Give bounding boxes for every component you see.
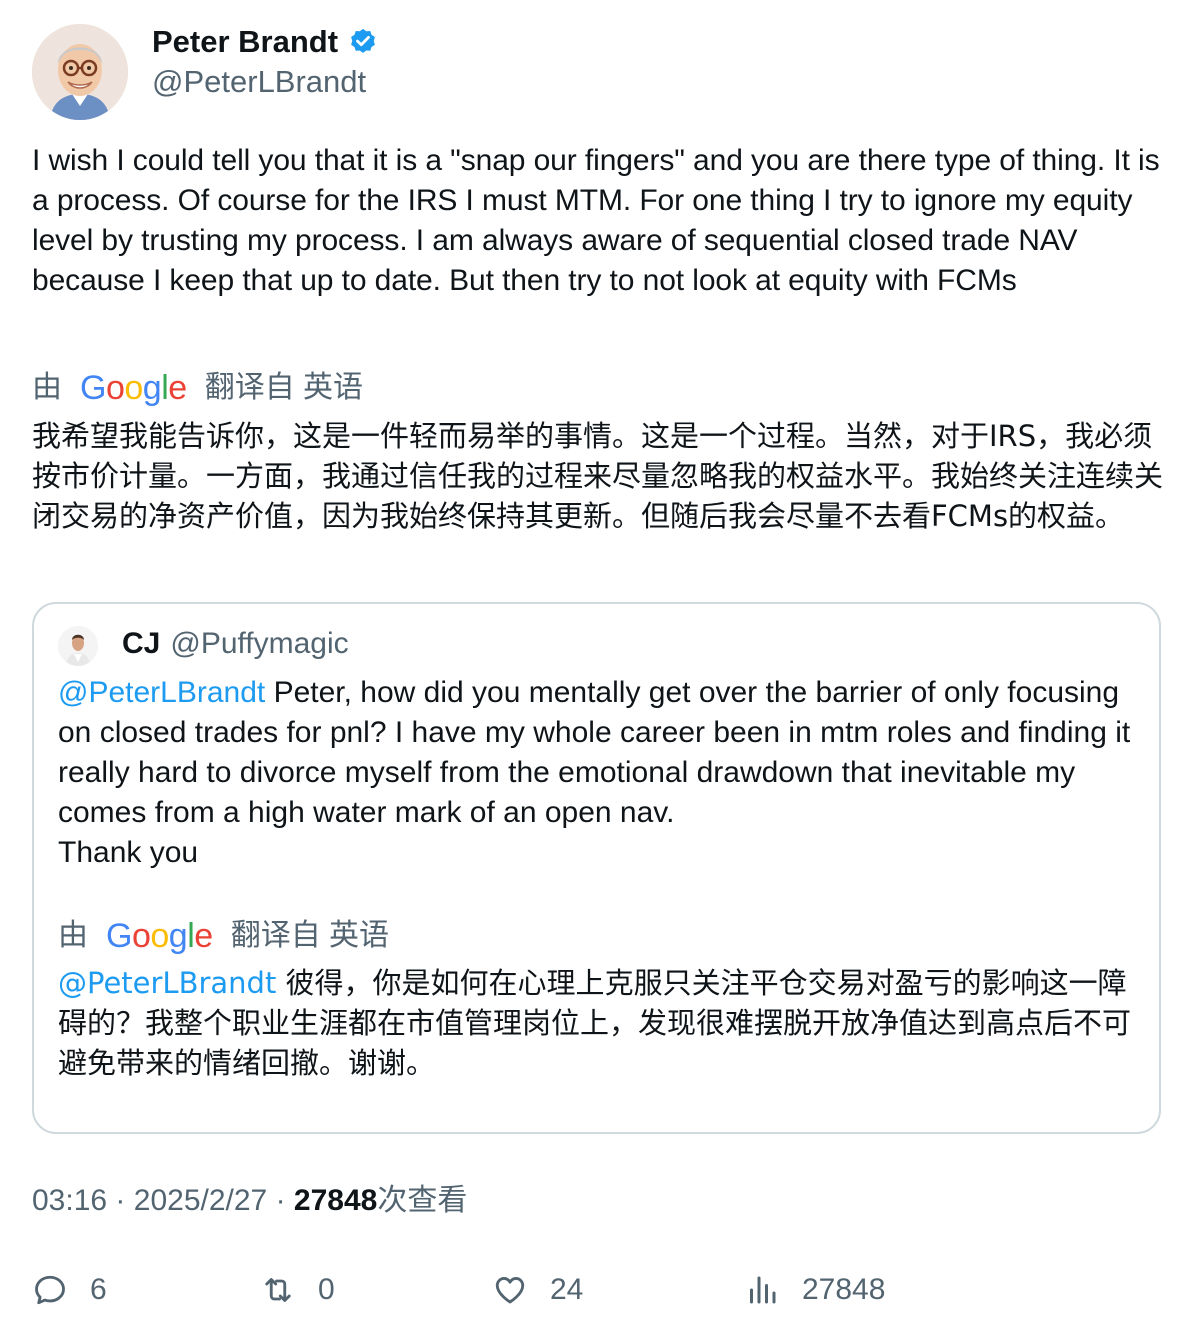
tweet-meta: 03:16 · 2025/2/27 · 27848次查看 [32,1181,467,1221]
retweet-button[interactable]: 0 [260,1268,335,1312]
tweet-text: I wish I could tell you that it is a "sn… [32,144,1160,297]
translation-label: 由 Google 翻译自 英语 [32,368,363,408]
analytics-bars-icon [750,1276,776,1304]
views-action-count: 27848 [802,1273,886,1306]
quoted-tweet-text: @PeterLBrandt Peter, how did you mentall… [58,673,1143,873]
author-avatar[interactable] [32,24,128,120]
person-photo-image [58,626,98,666]
translated-tweet-text: 我希望我能告诉你，这是一件轻而易举的事情。这是一个过程。当然，对于IRS，我必须… [32,419,1164,533]
meta-separator: · [115,1184,126,1217]
quoted-author-row[interactable]: CJ @Puffymagic [122,624,349,664]
caricature-avatar-image [32,24,128,120]
google-logo: Google [80,369,187,407]
author-name[interactable]: Peter Brandt [152,22,338,62]
like-button[interactable]: 24 [492,1268,583,1312]
mention-link[interactable]: @PeterLBrandt [58,676,265,709]
meta-separator: · [275,1184,286,1217]
retweet-icon [265,1278,291,1302]
translated-from-label: 翻译自 英语 [204,371,364,404]
quoted-translated-text: @PeterLBrandt 彼得，你是如何在心理上克服只关注平仓交易对盈亏的影响… [58,963,1143,1083]
like-count: 24 [550,1273,584,1306]
heart-icon [495,1277,525,1304]
verified-badge-icon [348,27,378,57]
views-button[interactable]: 27848 [744,1268,885,1312]
quoted-author-name[interactable]: CJ [122,627,160,660]
views-label: 次查看 [377,1184,468,1217]
reply-count: 6 [90,1273,107,1306]
quoted-author-handle[interactable]: @Puffymagic [170,627,348,660]
translated-mention-link[interactable]: @PeterLBrandt [58,966,276,1000]
reply-icon [35,1275,65,1305]
translated-by-label: 由 [32,371,62,404]
author-handle[interactable]: @PeterLBrandt [152,62,366,102]
author-name-row[interactable]: Peter Brandt [152,22,378,62]
tweet-time[interactable]: 03:16 [32,1184,107,1217]
quoted-translation-label: 由 Google 翻译自 英语 [58,916,389,956]
retweet-count: 0 [318,1273,335,1306]
views-count: 27848 [293,1184,378,1217]
reply-button[interactable]: 6 [32,1268,107,1312]
quoted-translated-by-label: 由 [58,919,88,952]
quoted-translated-from-label: 翻译自 英语 [230,919,390,952]
tweet-date[interactable]: 2025/2/27 [134,1184,267,1217]
quoted-author-avatar [58,626,98,666]
quoted-google-logo: Google [106,917,213,955]
